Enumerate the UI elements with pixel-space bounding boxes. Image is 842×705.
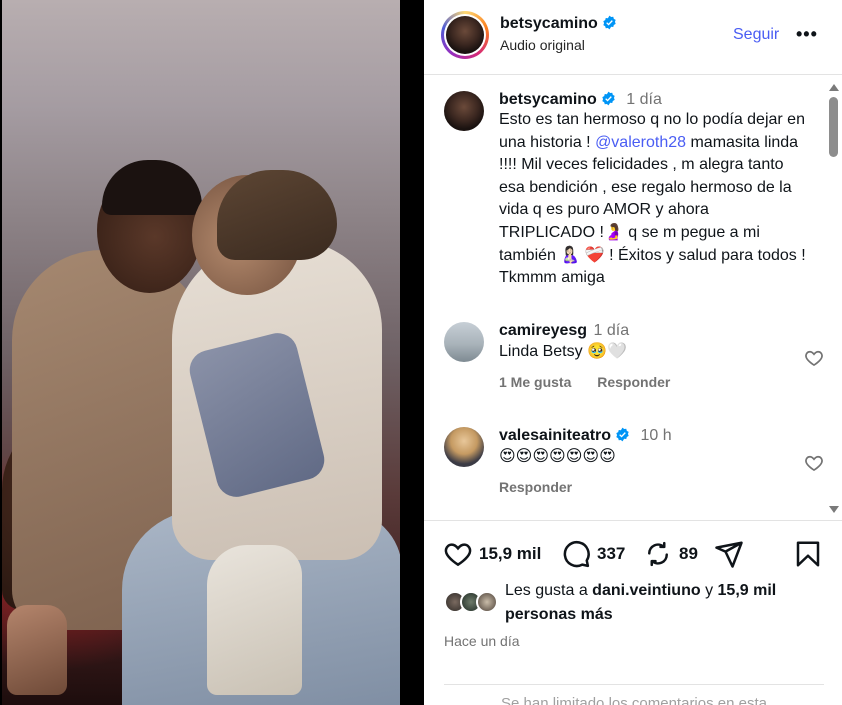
author-username[interactable]: betsycamino	[500, 15, 617, 33]
comments-list[interactable]: betsycamino 1 día Esto es tan hermoso q …	[424, 75, 842, 520]
share-button[interactable]	[714, 539, 744, 569]
reel-video[interactable]	[0, 0, 424, 705]
verified-icon	[603, 15, 616, 30]
comment-text: 😍😍😍😍😍😍😍	[499, 448, 616, 465]
commenter-avatar[interactable]	[444, 427, 484, 467]
post-header: betsycamino Audio original Seguir •••	[424, 0, 842, 75]
post-actions: 15,9 mil 337 89 Les gusta a dani.veintiu…	[424, 520, 842, 705]
follow-button[interactable]: Seguir	[733, 26, 779, 44]
post-panel: betsycamino Audio original Seguir ••• be…	[424, 0, 842, 705]
comments-limited-notice: Se han limitado los comentarios en esta	[444, 684, 824, 705]
comment-text: Linda Betsy 🥹🤍	[499, 343, 627, 360]
post-time[interactable]: Hace un día	[444, 633, 520, 649]
more-options-icon[interactable]: •••	[796, 24, 818, 44]
scroll-up-arrow-icon[interactable]	[829, 84, 839, 91]
comment-likes[interactable]: 1 Me gusta	[499, 374, 571, 390]
comment-time[interactable]: 10 h	[641, 427, 672, 444]
save-button[interactable]	[793, 539, 823, 569]
video-frame	[2, 0, 400, 705]
avatar	[476, 591, 498, 613]
comment-username[interactable]: valesainiteatro	[499, 427, 611, 444]
video-figure	[7, 605, 67, 695]
caption-text: Esto es tan hermoso q no lo podía dejar …	[499, 111, 806, 287]
mention-link[interactable]: @valeroth28	[595, 134, 686, 151]
reply-button[interactable]: Responder	[499, 479, 572, 495]
comments-scrollbar[interactable]	[826, 84, 840, 520]
comment-icon	[563, 540, 590, 568]
video-figure	[217, 170, 337, 260]
likers-avatars[interactable]	[444, 591, 504, 615]
like-button[interactable]: 15,9 mil	[443, 539, 541, 569]
liker-username[interactable]: dani.veintiuno	[592, 582, 700, 599]
heart-icon	[444, 543, 472, 567]
like-comment-icon[interactable]	[804, 348, 824, 368]
like-count[interactable]: 15,9 mil	[479, 544, 541, 564]
caption-username[interactable]: betsycamino	[499, 91, 597, 108]
comment-time[interactable]: 1 día	[594, 322, 630, 339]
verified-icon	[616, 427, 629, 442]
verified-icon	[602, 91, 615, 106]
author-avatar[interactable]	[441, 11, 489, 59]
commenter-avatar[interactable]	[444, 322, 484, 362]
scroll-down-arrow-icon[interactable]	[829, 506, 839, 513]
likes-text: Les gusta a dani.veintiuno y 15,9 mil pe…	[505, 582, 777, 623]
bookmark-icon	[796, 541, 820, 567]
comment-count[interactable]: 337	[597, 544, 625, 564]
scroll-thumb[interactable]	[829, 97, 838, 157]
send-icon	[715, 541, 743, 568]
video-figure	[102, 160, 202, 215]
like-comment-icon[interactable]	[804, 453, 824, 473]
audio-label[interactable]: Audio original	[500, 37, 585, 53]
comment-button[interactable]: 337	[561, 539, 625, 569]
repost-button[interactable]: 89	[643, 539, 698, 569]
reply-button[interactable]: Responder	[597, 374, 670, 390]
author-avatar-small[interactable]	[444, 91, 484, 131]
caption-time[interactable]: 1 día	[626, 91, 662, 108]
repost-icon	[647, 541, 669, 567]
video-figure	[207, 545, 302, 695]
comment-username[interactable]: camireyesg	[499, 322, 587, 339]
repost-count[interactable]: 89	[679, 544, 698, 564]
